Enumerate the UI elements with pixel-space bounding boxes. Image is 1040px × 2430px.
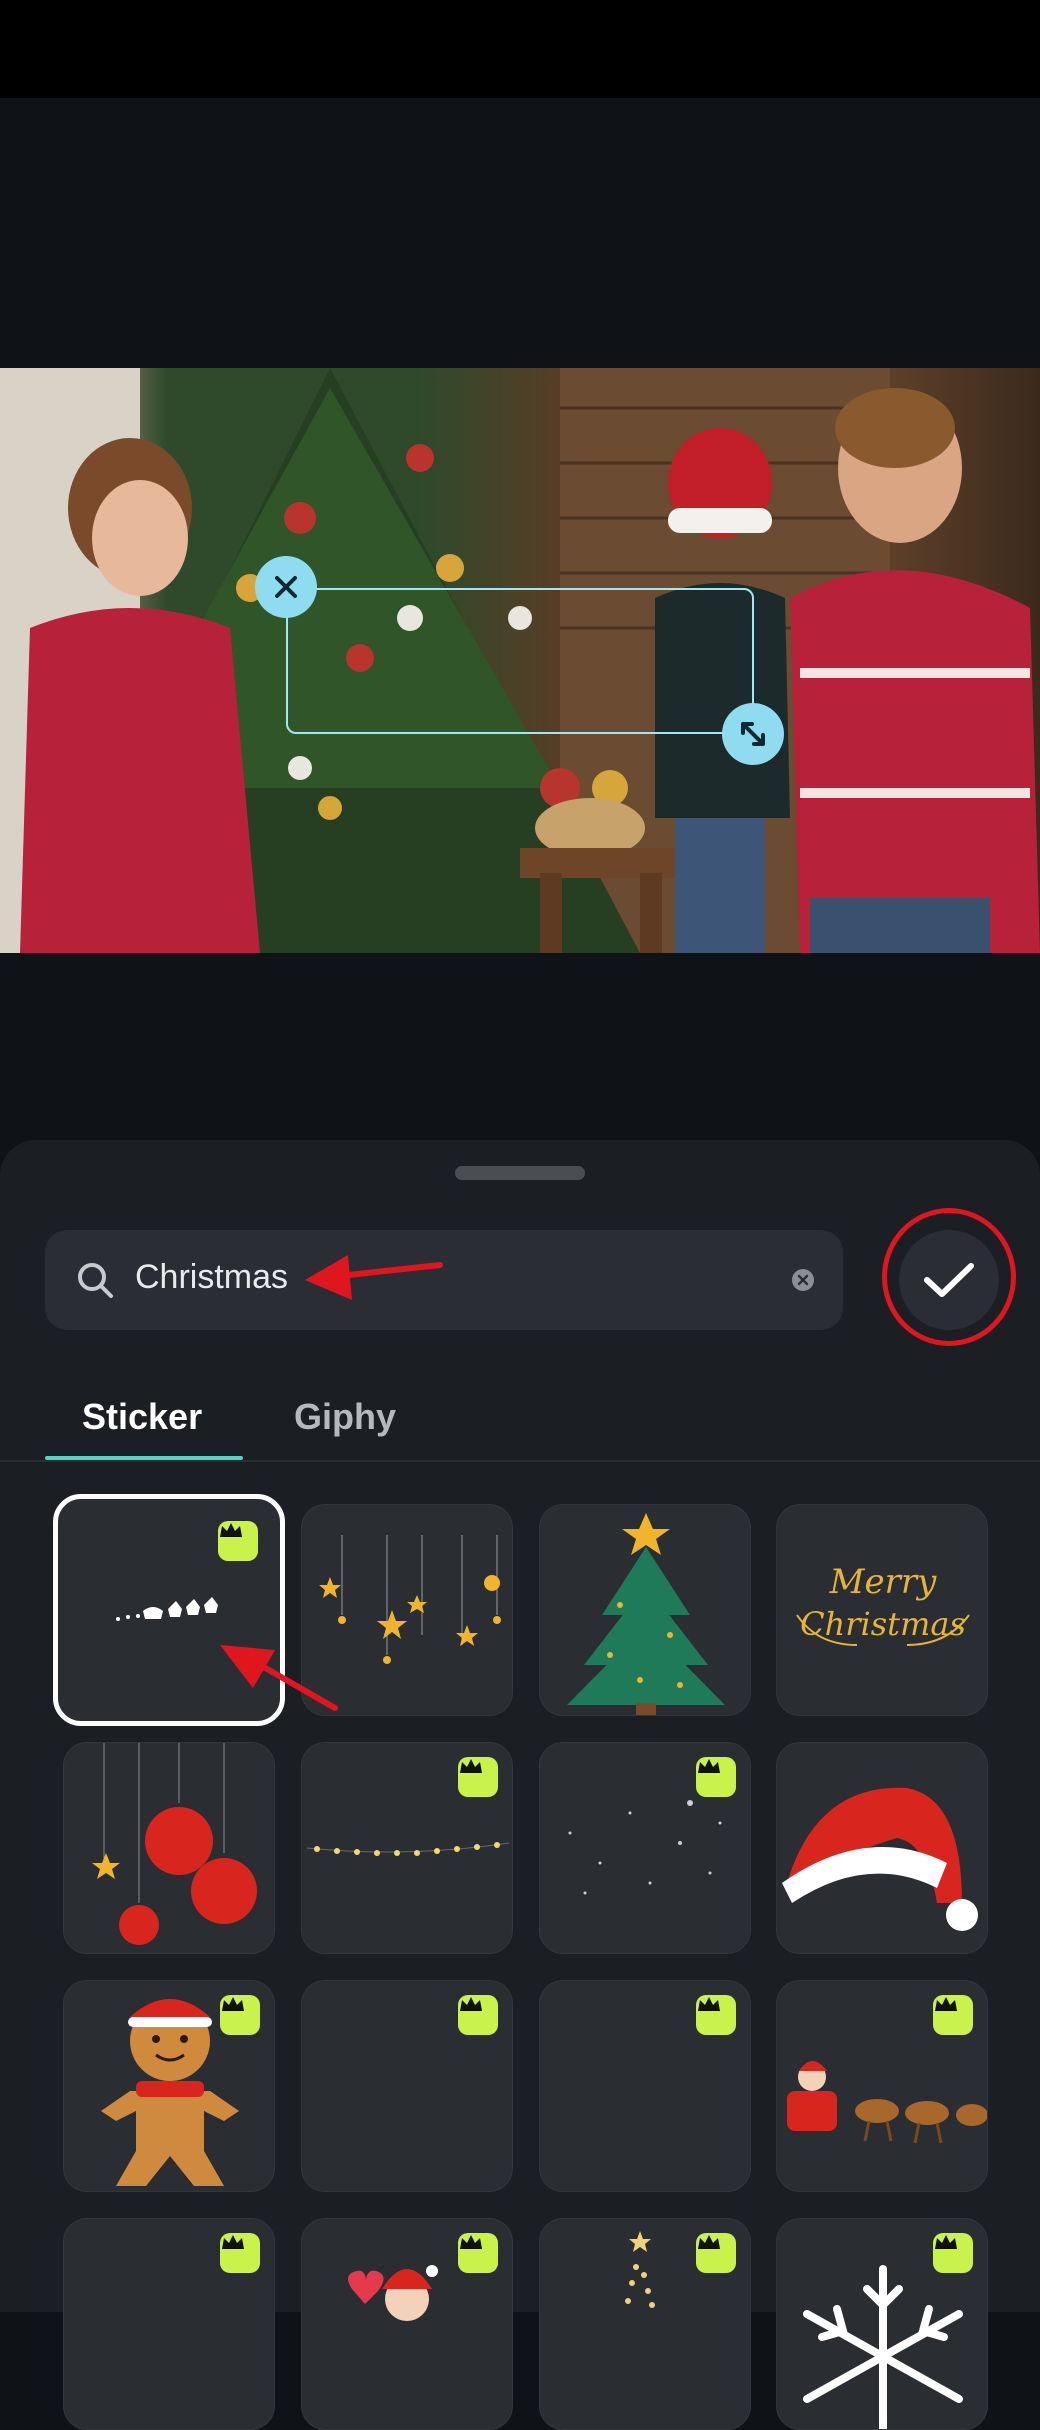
crown-icon xyxy=(933,1995,973,2035)
sticker-santa-hat[interactable] xyxy=(776,1742,988,1954)
search-icon xyxy=(78,1263,113,1298)
sticker-gold-tree[interactable] xyxy=(539,2218,751,2430)
sticker-snowflake[interactable] xyxy=(776,2218,988,2430)
crown-icon xyxy=(220,2233,260,2273)
crown-icon xyxy=(696,1995,736,2035)
close-icon[interactable] xyxy=(255,556,317,618)
annotation-arrow-sticker xyxy=(220,1645,338,1711)
sticker-santa-hearts[interactable] xyxy=(301,2218,513,2430)
video-preview-area xyxy=(0,98,1040,1214)
sticker-selection-box[interactable] xyxy=(286,588,754,734)
annotation-arrow-search xyxy=(305,1255,443,1300)
crown-icon xyxy=(696,2233,736,2273)
tab-sticker[interactable]: Sticker xyxy=(82,1396,202,1438)
crown-icon xyxy=(458,1995,498,2035)
sticker-empty[interactable] xyxy=(539,1980,751,2192)
sticker-ornament-balls[interactable] xyxy=(63,1742,275,1954)
crown-icon xyxy=(696,1757,736,1797)
crown-icon xyxy=(458,1757,498,1797)
sticker-santa-reindeer[interactable] xyxy=(776,1980,988,2192)
search-query[interactable]: Christmas xyxy=(135,1258,288,1297)
clear-icon[interactable] xyxy=(792,1269,814,1291)
crown-icon xyxy=(220,1995,260,2035)
crown-icon xyxy=(218,1521,258,1561)
sticker-merry-christmas[interactable]: Merry Christmas xyxy=(776,1504,988,1716)
sticker-gingerbread-man[interactable] xyxy=(63,1980,275,2192)
sticker-falling-snow[interactable] xyxy=(539,1742,751,1954)
annotation-circle xyxy=(882,1208,1016,1346)
crown-icon xyxy=(458,2233,498,2273)
sticker-christmas-tree[interactable] xyxy=(539,1504,751,1716)
crown-icon xyxy=(933,2233,973,2273)
sticker-empty[interactable] xyxy=(301,1980,513,2192)
svg-text:Merry: Merry xyxy=(829,1562,937,1602)
tab-giphy[interactable]: Giphy xyxy=(294,1396,396,1438)
status-bar xyxy=(0,0,1040,98)
sticker-string-lights[interactable] xyxy=(301,1742,513,1954)
sticker-empty[interactable] xyxy=(63,2218,275,2430)
tab-divider xyxy=(0,1460,1040,1462)
drag-handle[interactable] xyxy=(455,1166,585,1180)
resize-icon[interactable] xyxy=(722,703,784,765)
